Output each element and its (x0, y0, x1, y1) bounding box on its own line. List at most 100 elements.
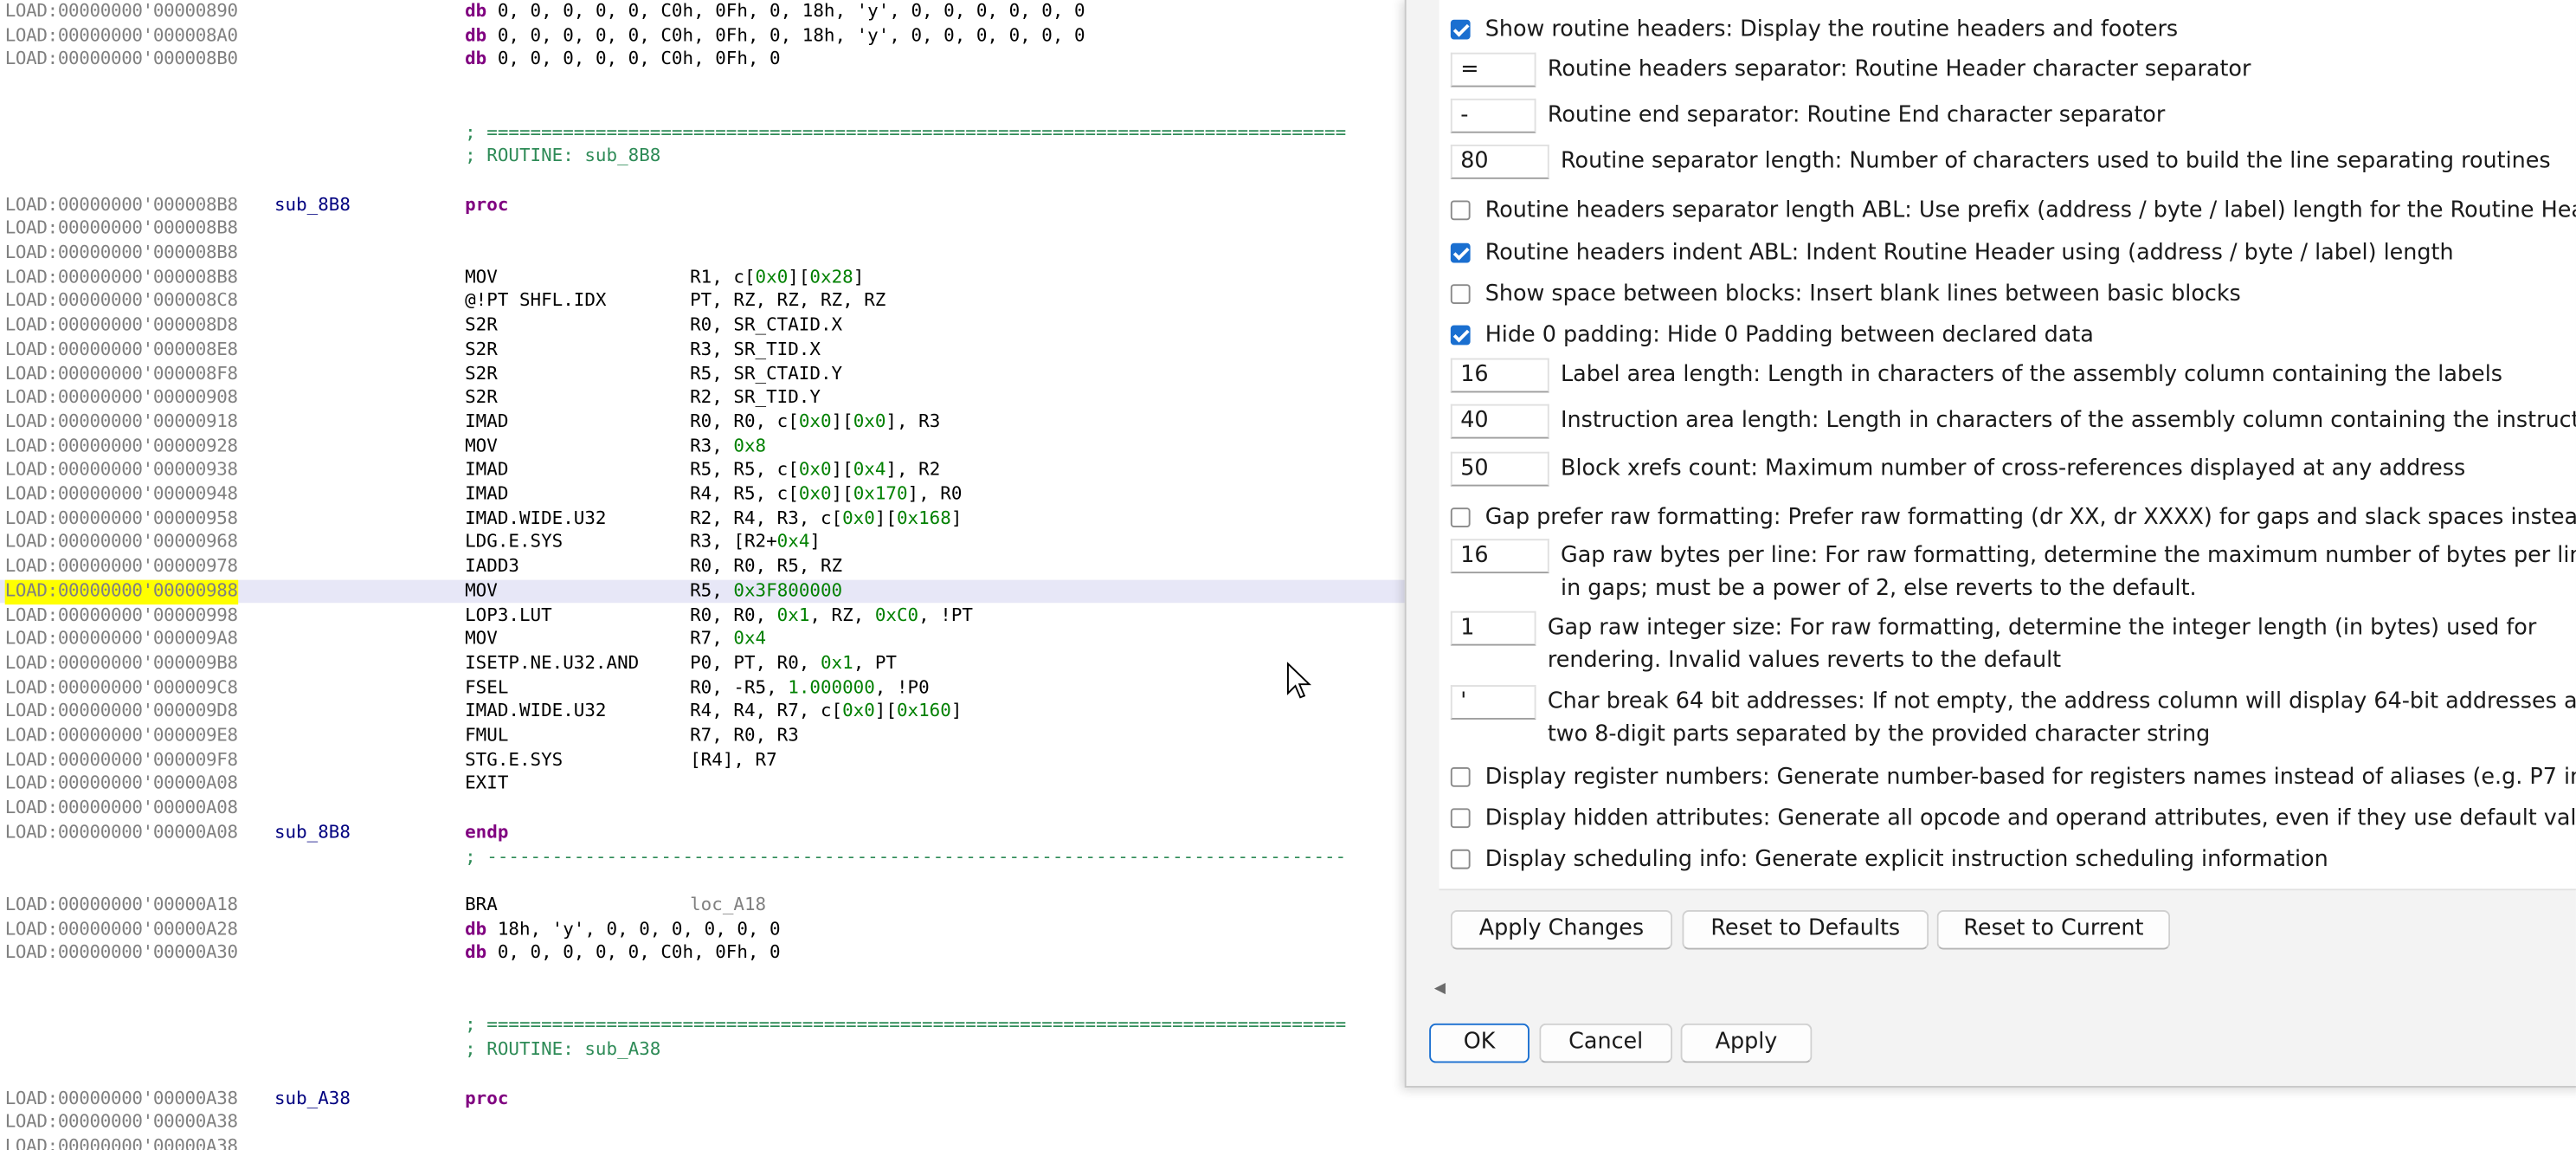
listing-line[interactable]: ; ROUTINE: sub_8B8 (0, 145, 1407, 169)
routine-label[interactable]: sub_A38 (274, 1087, 351, 1111)
listing-line[interactable] (0, 869, 1407, 894)
option-label: Label area length: Length in characters … (1561, 363, 2503, 388)
listing-line[interactable]: LOAD:00000000'00000A08 EXIT (0, 772, 1407, 797)
listing-line[interactable]: LOAD:00000000'00000A38 sub_A38 proc (0, 1087, 1407, 1111)
listing-line[interactable]: LOAD:00000000'000009D8 IMAD.WIDE.U32 R4, R… (0, 701, 1407, 725)
option-label[interactable]: Show routine headers: Display the routin… (1485, 15, 2178, 47)
line-address: LOAD:00000000'00000948 (4, 482, 238, 505)
listing-line[interactable]: LOAD:00000000'00000A28 db 18h, 'y', 0, 0,… (0, 918, 1407, 942)
listing-line[interactable]: LOAD:00000000'00000978 IADD3 R0, R0, R5, R… (0, 555, 1407, 579)
routine-label[interactable]: sub_8B8 (274, 821, 351, 845)
option-text-input[interactable]: 1 (1450, 611, 1536, 646)
listing-line[interactable]: LOAD:00000000'00000968 LDG.E.SYS R3, [R2+0… (0, 532, 1407, 556)
listing-line[interactable] (0, 73, 1407, 97)
listing-line[interactable]: LOAD:00000000'000008B8 sub_8B8 proc (0, 193, 1407, 217)
option-text-input[interactable]: = (1450, 52, 1536, 87)
cancel-button[interactable]: Cancel (1539, 1023, 1673, 1063)
apply-changes-button[interactable]: Apply Changes (1450, 909, 1673, 950)
option-text-input[interactable]: 16 (1450, 539, 1549, 574)
option-label[interactable]: Hide 0 padding: Hide 0 Padding between d… (1485, 320, 2094, 352)
listing-line[interactable]: LOAD:00000000'000009A8 MOV R7, 0x4 (0, 628, 1407, 652)
option-text-input[interactable]: 80 (1450, 144, 1549, 179)
listing-line[interactable] (0, 966, 1407, 990)
checkbox-unchecked[interactable] (1450, 849, 1471, 869)
listing-line[interactable]: LOAD:00000000'000009C8 FSEL R0, -R5, 1.000… (0, 676, 1407, 701)
option-text-input[interactable]: 40 (1450, 404, 1549, 439)
routine-label[interactable]: sub_8B8 (274, 193, 351, 217)
option-label[interactable]: Routine headers separator length ABL: Us… (1485, 196, 2576, 228)
listing-line[interactable]: LOAD:00000000'00000A08 sub_8B8 endp (0, 821, 1407, 845)
listing-line[interactable]: LOAD:00000000'000009E8 FMUL R7, R0, R3 (0, 725, 1407, 749)
listing-line[interactable]: LOAD:00000000'000008D8 S2R R0, SR_CTAID.X (0, 314, 1407, 339)
reset-to-current-button[interactable]: Reset to Current (1936, 909, 2171, 950)
listing-line[interactable]: LOAD:00000000'000008E8 S2R R3, SR_TID.X (0, 338, 1407, 362)
instruction-operands: PT, RZ, RZ, RZ, RZ (690, 289, 886, 312)
line-address: LOAD:00000000'00000A08 (4, 797, 238, 818)
option-label[interactable]: Display scheduling info: Generate explic… (1485, 844, 2328, 876)
listing-line-selected[interactable]: LOAD:00000000'00000988 MOV R5, 0x3F800000 (0, 579, 1407, 604)
listing-line[interactable]: LOAD:00000000'00000890 db 0, 0, 0, 0, 0, … (0, 0, 1407, 24)
scroll-left-arrow-icon[interactable]: ◀ (1434, 981, 1446, 998)
line-address: LOAD:00000000'00000938 (4, 458, 238, 481)
option-text-input[interactable]: 50 (1450, 451, 1549, 487)
option-text-input[interactable]: 16 (1450, 358, 1549, 393)
option-label[interactable]: Display hidden attributes: Generate all … (1485, 804, 2576, 836)
line-address: LOAD:00000000'000008B0 (4, 48, 238, 70)
checkbox-checked[interactable] (1450, 325, 1471, 346)
listing-line[interactable]: LOAD:00000000'000009B8 ISETP.NE.U32.AND P0… (0, 652, 1407, 676)
listing-line[interactable]: LOAD:00000000'00000998 LOP3.LUT R0, R0, 0x… (0, 604, 1407, 628)
instruction-mnemonic: MOV (465, 628, 498, 649)
checkbox-unchecked[interactable] (1450, 808, 1471, 829)
instruction-mnemonic: IMAD.WIDE.U32 (465, 507, 607, 529)
option-label[interactable]: Gap prefer raw formatting: Prefer raw fo… (1485, 503, 2576, 535)
listing-line[interactable]: LOAD:00000000'00000A18 BRA loc_A18 (0, 894, 1407, 918)
listing-line[interactable]: LOAD:00000000'000008B8 (0, 217, 1407, 242)
listing-line[interactable] (0, 97, 1407, 121)
checkbox-checked[interactable] (1450, 242, 1471, 263)
listing-line[interactable]: LOAD:00000000'00000918 IMAD R0, R0, c[0x0]… (0, 410, 1407, 435)
listing-line[interactable]: LOAD:00000000'00000958 IMAD.WIDE.U32 R2, R… (0, 507, 1407, 532)
checkbox-unchecked[interactable] (1450, 284, 1471, 304)
listing-line[interactable]: LOAD:00000000'00000A30 db 0, 0, 0, 0, 0, … (0, 942, 1407, 966)
checkbox-unchecked[interactable] (1450, 200, 1471, 221)
listing-line[interactable]: LOAD:00000000'000008B8 MOV R1, c[0x0][0x28… (0, 266, 1407, 290)
instruction-operands: R7, R0, R3 (690, 724, 799, 746)
checkbox-unchecked[interactable] (1450, 766, 1471, 787)
instruction-operands: R0, -R5, 1.000000, !P0 (690, 675, 930, 698)
listing-line[interactable]: ; ======================================… (0, 1014, 1407, 1038)
instruction-operands: R7, 0x4 (690, 628, 767, 649)
instruction-operands: R5, 0x3F800000 (690, 579, 843, 601)
listing-line[interactable]: LOAD:00000000'00000948 IMAD R4, R5, c[0x0]… (0, 483, 1407, 507)
listing-line[interactable]: LOAD:00000000'000008A0 db 0, 0, 0, 0, 0, … (0, 24, 1407, 48)
listing-line[interactable] (0, 169, 1407, 193)
option-label[interactable]: Display register numbers: Generate numbe… (1485, 762, 2576, 794)
listing-line[interactable]: LOAD:00000000'000008F8 S2R R5, SR_CTAID.Y (0, 362, 1407, 386)
checkbox-unchecked[interactable] (1450, 507, 1471, 527)
listing-line[interactable]: LOAD:00000000'00000A38 (0, 1135, 1407, 1150)
listing-line[interactable]: LOAD:00000000'000008B8 (0, 242, 1407, 266)
listing-line[interactable]: LOAD:00000000'00000928 MOV R3, 0x8 (0, 435, 1407, 459)
listing-line[interactable]: LOAD:00000000'000008C8 @!PT SHFL.IDX PT, R… (0, 290, 1407, 314)
ok-button[interactable]: OK (1429, 1023, 1530, 1063)
listing-line[interactable]: LOAD:00000000'00000938 IMAD R5, R5, c[0x0]… (0, 459, 1407, 483)
listing-line[interactable]: LOAD:00000000'000009F8 STG.E.SYS [R4], R7 (0, 748, 1407, 772)
listing-line[interactable]: ; --------------------------------------… (0, 845, 1407, 869)
option-text-input[interactable]: - (1450, 98, 1536, 133)
apply-button[interactable]: Apply (1680, 1023, 1813, 1063)
listing-line[interactable]: ; ROUTINE: sub_A38 (0, 1038, 1407, 1063)
listing-line[interactable] (0, 990, 1407, 1014)
listing-line[interactable]: LOAD:00000000'00000A38 (0, 1111, 1407, 1135)
listing-line[interactable] (0, 1063, 1407, 1087)
disassembly-listing[interactable]: LOAD:00000000'00000890 db 0, 0, 0, 0, 0, … (0, 0, 1407, 1150)
checkbox-checked[interactable] (1450, 19, 1471, 40)
listing-line[interactable]: LOAD:00000000'00000A08 (0, 797, 1407, 821)
option-text-input[interactable]: ' (1450, 685, 1536, 720)
instruction-operands: R2, SR_TID.Y (690, 386, 821, 408)
reset-to-defaults-button[interactable]: Reset to Defaults (1682, 909, 1929, 950)
option-label[interactable]: Routine headers indent ABL: Indent Routi… (1485, 238, 2454, 270)
instruction-operands: [R4], R7 (690, 748, 777, 771)
listing-line[interactable]: ; ======================================… (0, 120, 1407, 145)
listing-line[interactable]: LOAD:00000000'00000908 S2R R2, SR_TID.Y (0, 386, 1407, 410)
listing-line[interactable]: LOAD:00000000'000008B0 db 0, 0, 0, 0, 0, … (0, 48, 1407, 73)
option-label[interactable]: Show space between blocks: Insert blank … (1485, 280, 2241, 312)
